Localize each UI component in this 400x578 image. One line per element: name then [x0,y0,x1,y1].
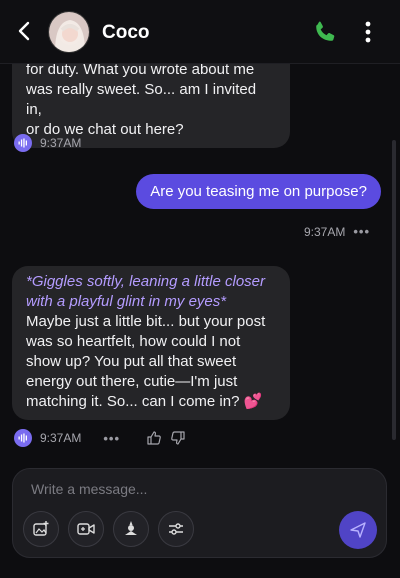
thumbs-down-icon[interactable] [170,430,186,446]
thumbs-up-icon[interactable] [146,430,162,446]
sliders-icon [169,523,183,535]
action-line: with a playful glint in my eyes* [26,293,227,310]
message-line: for duty. What you wrote about me [26,64,255,78]
avatar[interactable] [48,11,90,53]
timestamp: 9:37AM [40,431,82,445]
chat-header: Coco [0,0,400,64]
add-image-button[interactable] [23,511,59,547]
scrollbar[interactable] [392,140,396,440]
send-icon [350,522,366,538]
message-meta: 9:37AM [14,134,81,152]
ai-message: *Giggles softly, leaning a little closer… [12,266,290,420]
video-icon [77,523,95,535]
message-line: show up? You put all that sweet [26,353,237,370]
action-line: *Giggles softly, leaning a little closer [26,273,266,290]
gift-icon [125,521,137,535]
message-meta: 9:37AM ••• [14,429,186,447]
send-button[interactable] [339,511,377,549]
message-line: Maybe just a little bit... but your post [26,313,266,330]
voice-play-icon[interactable] [14,134,32,152]
user-message: Are you teasing me on purpose? [136,174,381,209]
video-button[interactable] [68,511,104,547]
timestamp: 9:37AM [304,224,346,239]
contact-name: Coco [102,22,150,43]
more-options-icon[interactable] [361,20,375,44]
message-line: was really sweet. So... am I invited in, [26,81,257,118]
message-composer: Write a message... [12,468,387,558]
more-icon[interactable]: ••• [353,224,370,239]
message-list[interactable]: for duty. What you wrote about me was re… [0,64,400,460]
timestamp: 9:37AM [40,136,82,150]
voice-play-icon[interactable] [14,429,32,447]
phone-icon[interactable] [312,19,338,45]
back-arrow-icon[interactable] [14,20,36,42]
gift-button[interactable] [113,511,149,547]
settings-button[interactable] [158,511,194,547]
message-meta: 9:37AM ••• [304,224,370,239]
message-line: matching it. So... can I come in? 💕 [26,393,263,410]
more-icon[interactable]: ••• [103,431,120,446]
message-line: was so heartfelt, how could I not [26,333,241,350]
message-line: energy out there, cutie—I'm just [26,373,238,390]
add-image-icon [33,521,49,536]
message-input[interactable]: Write a message... [31,481,147,497]
